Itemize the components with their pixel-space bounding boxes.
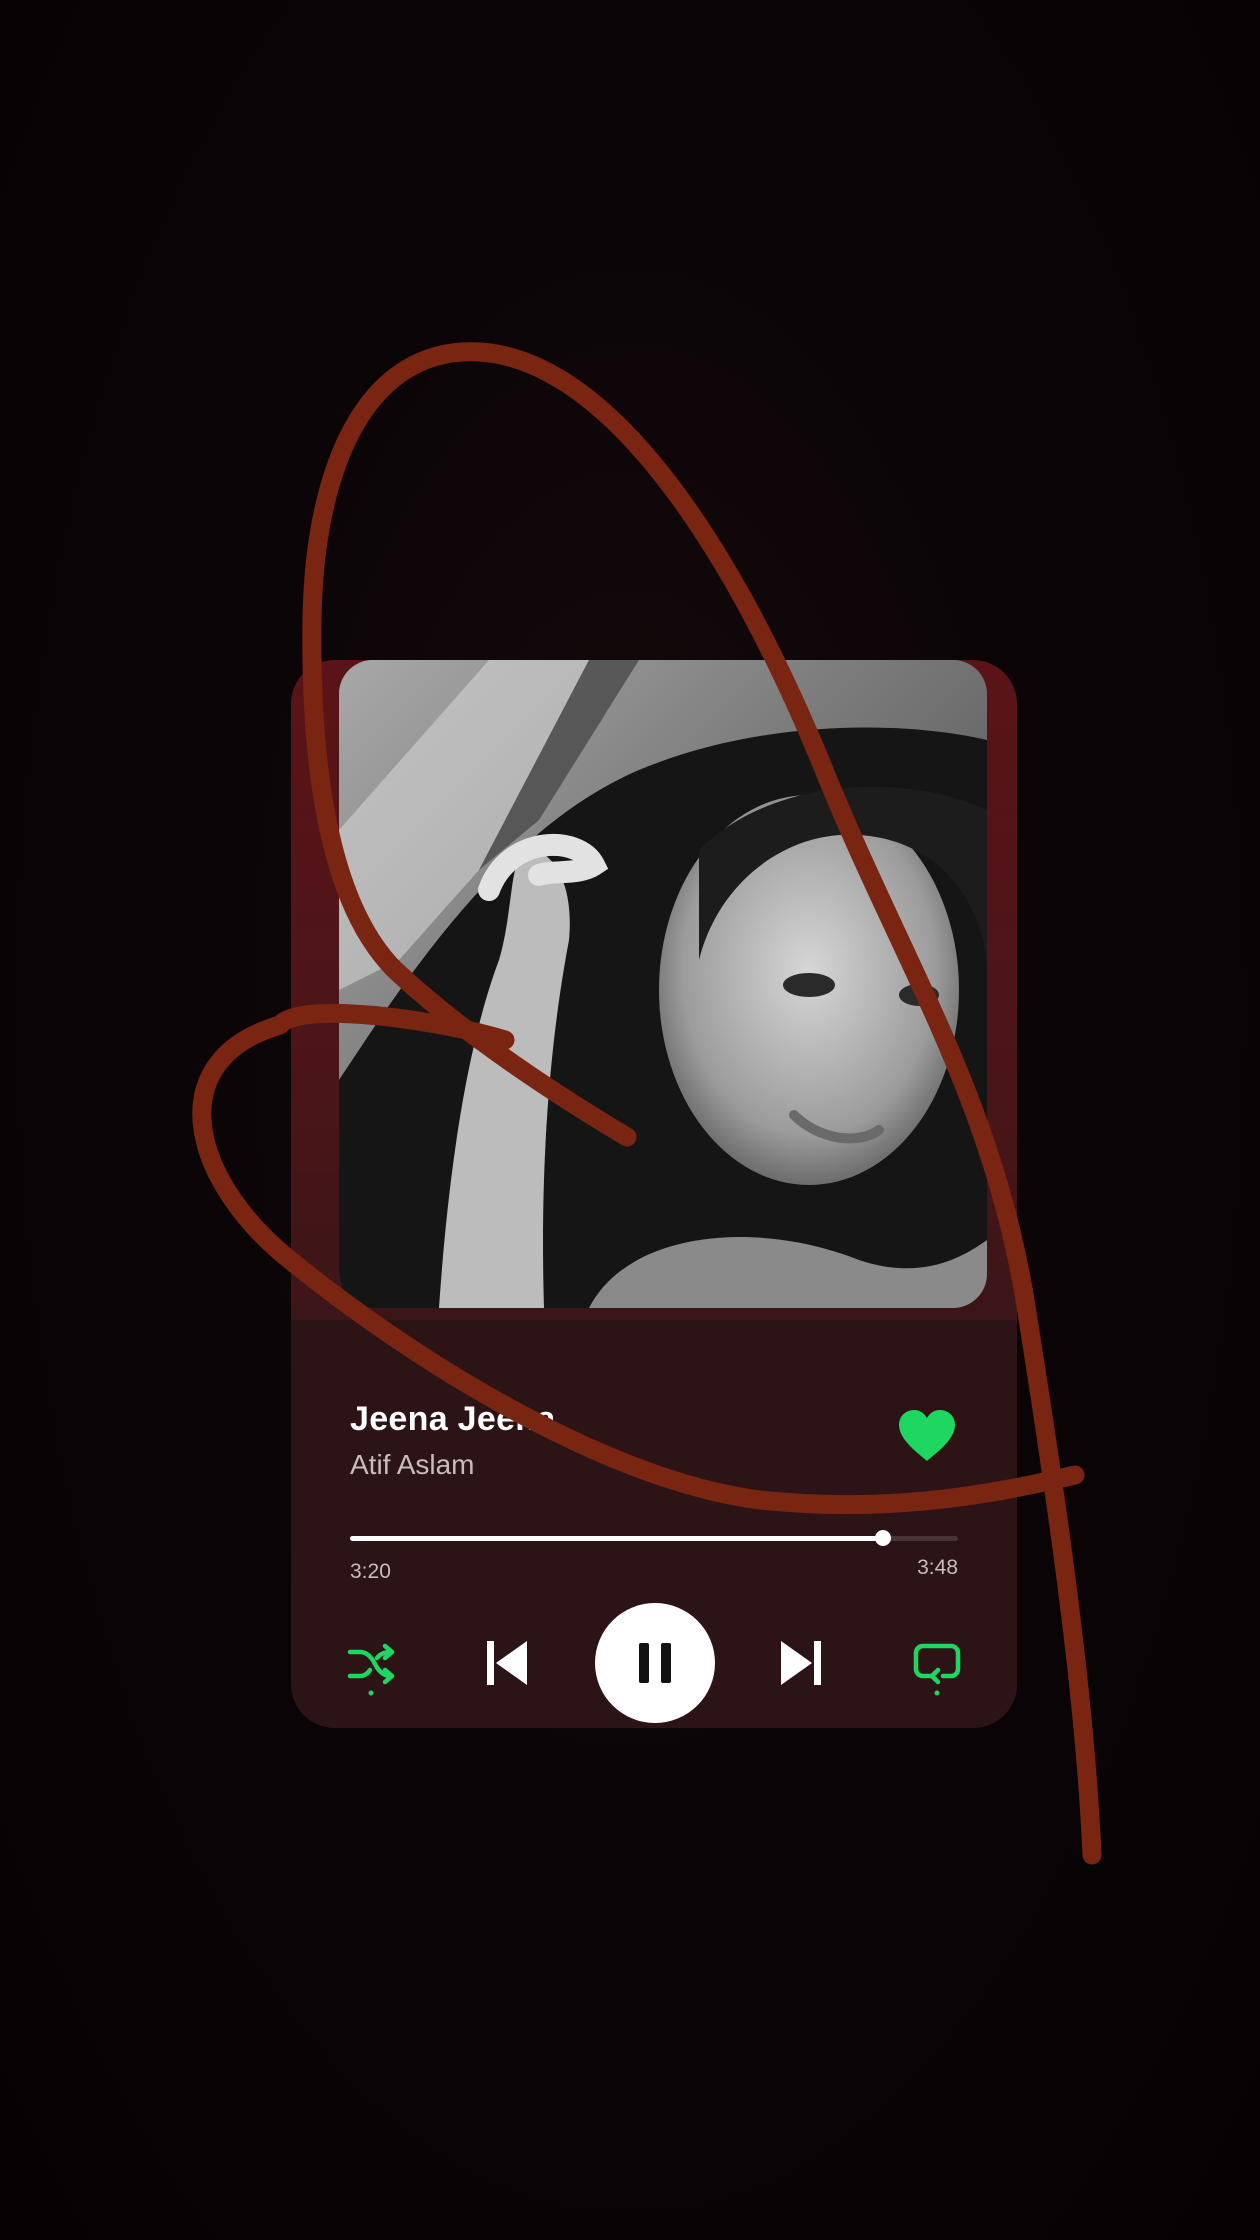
track-title[interactable]: Jeena Jeena (350, 1400, 556, 1439)
progress-bar[interactable] (350, 1530, 958, 1546)
like-button[interactable] (897, 1408, 957, 1464)
skip-next-icon (781, 1641, 821, 1685)
total-duration: 3:48 (917, 1556, 958, 1579)
phone-wallpaper: Jeena Jeena Atif Aslam 3:20 3:48 (0, 0, 1260, 2240)
progress-fill (350, 1536, 884, 1541)
elapsed-time: 3:20 (350, 1560, 391, 1583)
artist-name[interactable]: Atif Aslam (350, 1449, 474, 1481)
now-playing-card: Jeena Jeena Atif Aslam 3:20 3:48 (291, 660, 1017, 1728)
shuffle-button[interactable] (347, 1642, 397, 1698)
repeat-icon (913, 1643, 961, 1696)
album-artwork (339, 660, 987, 1308)
pause-icon (639, 1643, 671, 1683)
pause-button[interactable] (595, 1603, 715, 1723)
previous-track-button[interactable] (484, 1638, 530, 1688)
shuffle-icon (347, 1643, 395, 1696)
heart-icon (899, 1410, 955, 1461)
skip-previous-icon (487, 1641, 527, 1685)
repeat-button[interactable] (913, 1642, 961, 1698)
next-track-button[interactable] (778, 1638, 824, 1688)
